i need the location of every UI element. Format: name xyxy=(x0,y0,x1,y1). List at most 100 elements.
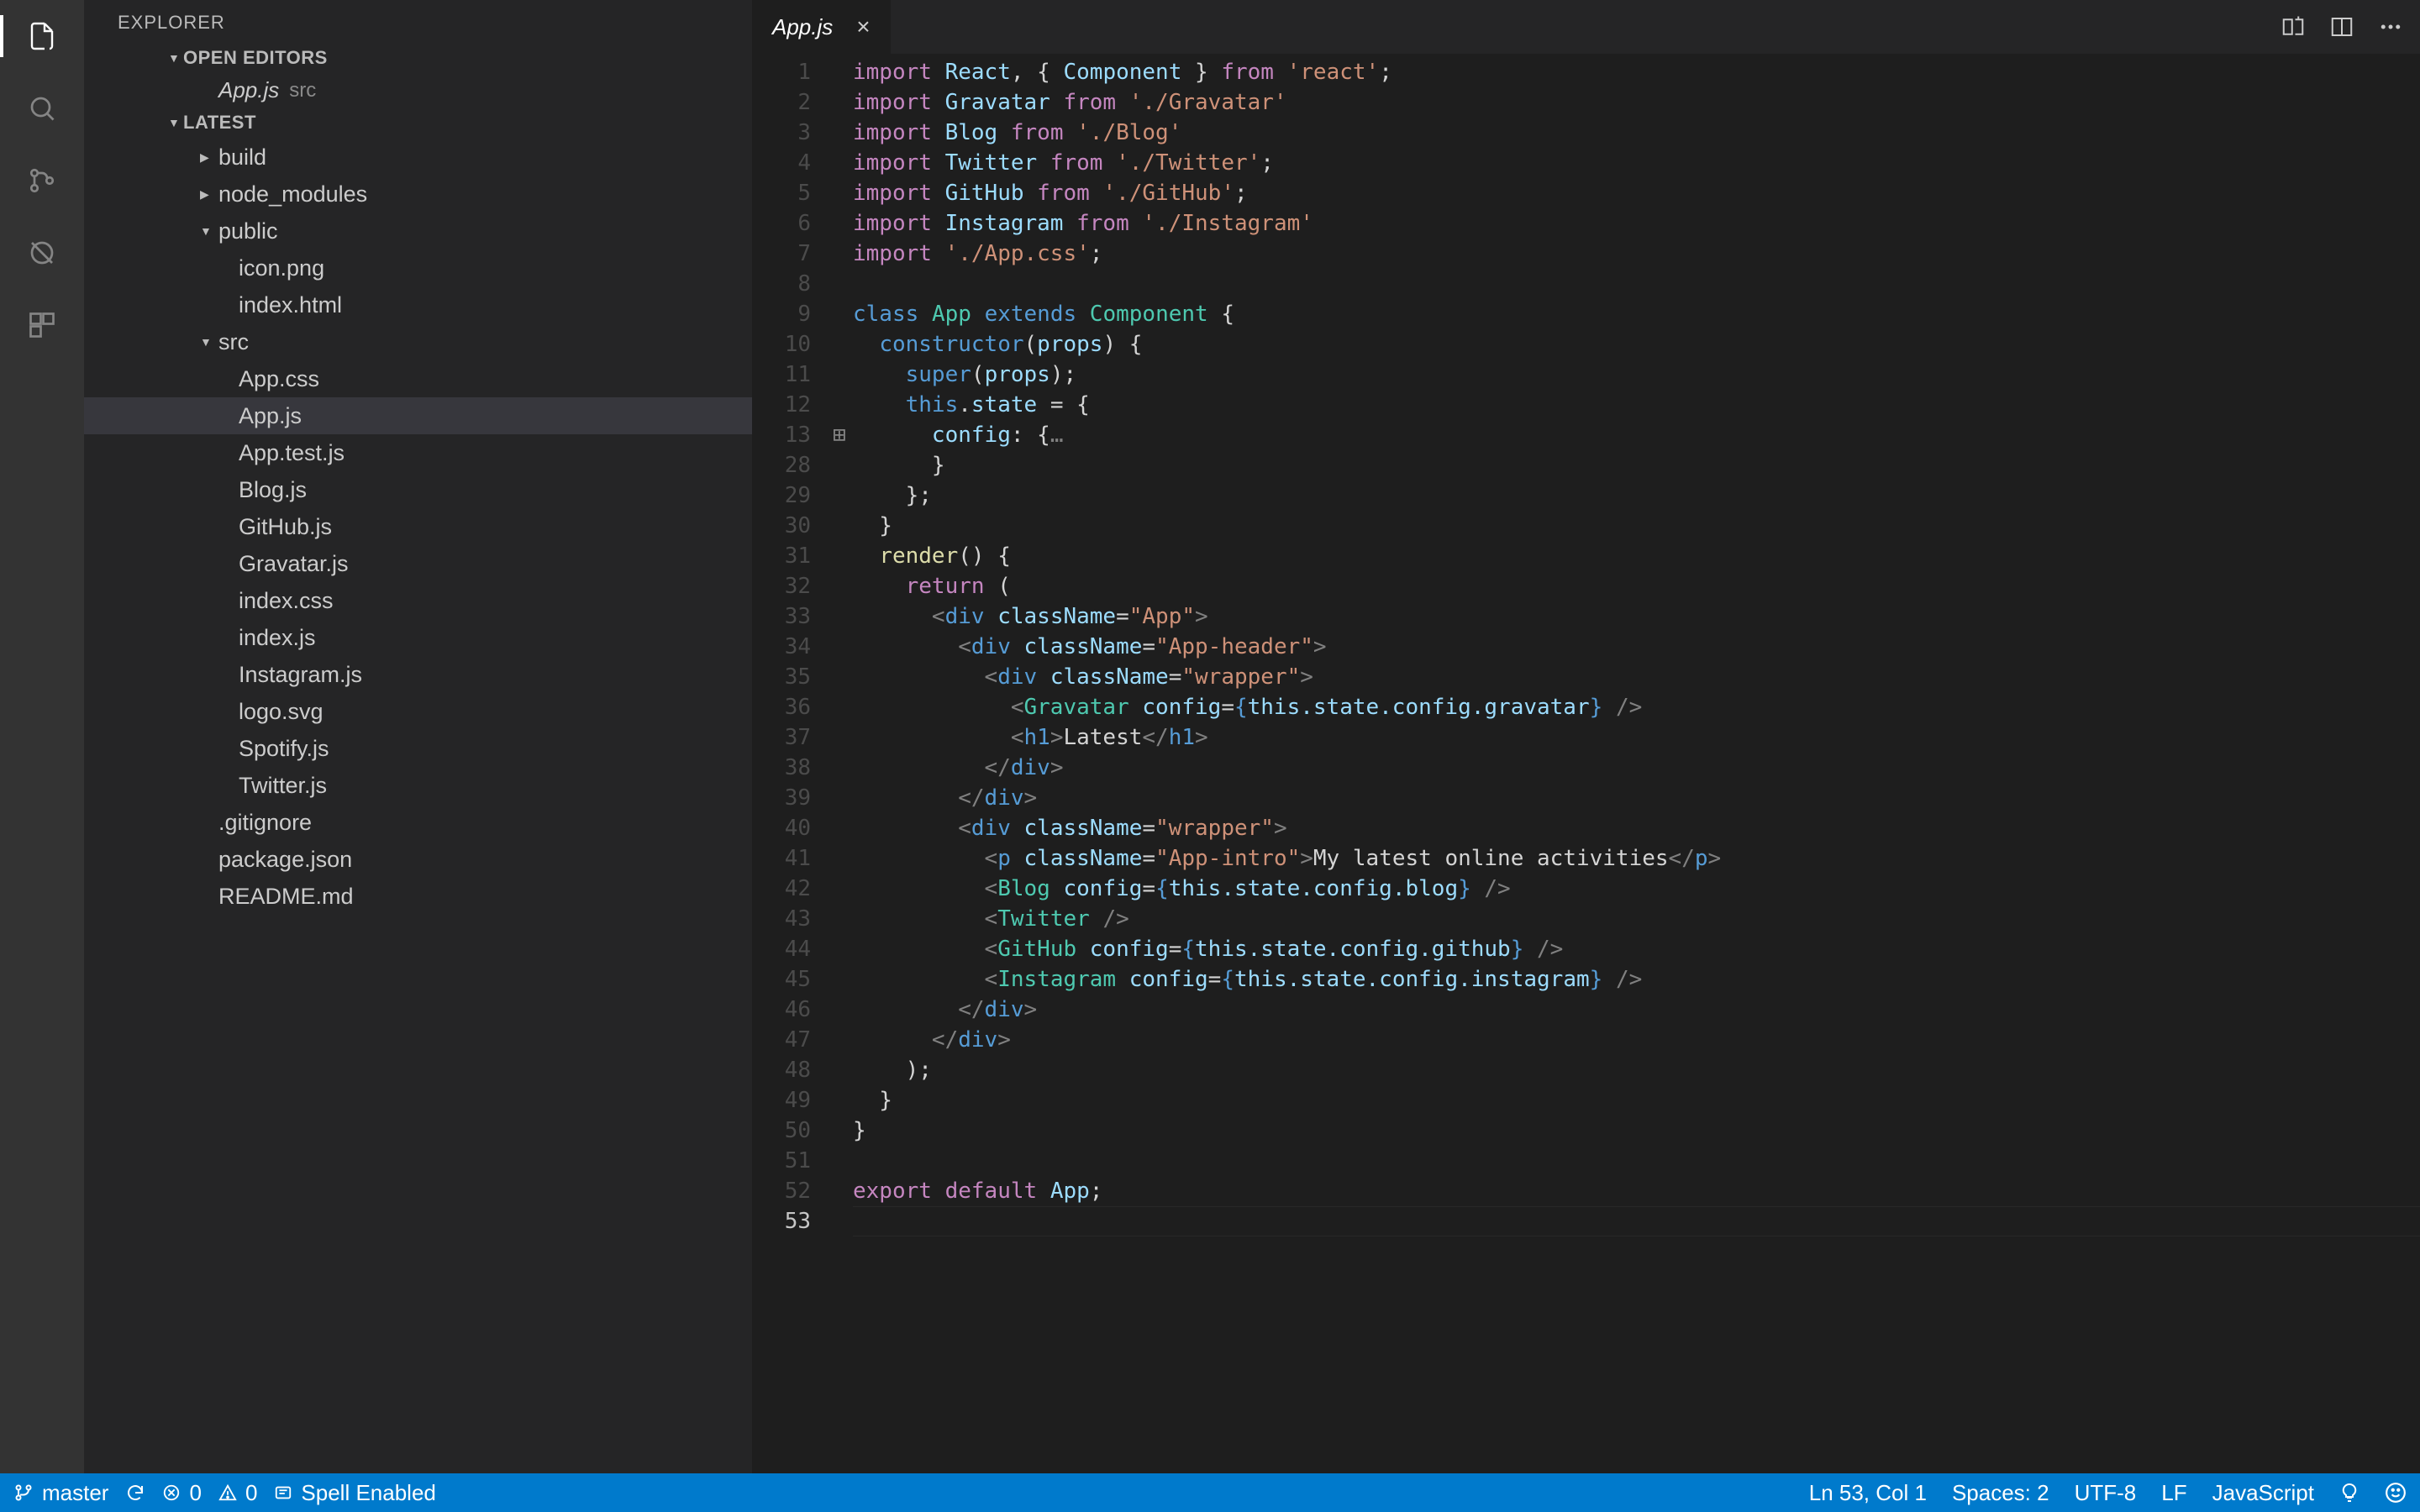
smiley-icon[interactable] xyxy=(2385,1482,2407,1504)
code-line: } xyxy=(853,511,2420,541)
spell-status[interactable]: Spell Enabled xyxy=(274,1480,435,1506)
open-editors-header[interactable]: ▼ OPEN EDITORS xyxy=(84,42,752,74)
errors-count[interactable]: 0 xyxy=(162,1480,201,1506)
file-row[interactable]: index.css xyxy=(84,582,752,619)
project-header[interactable]: ▼ LATEST xyxy=(84,107,752,139)
code-line: <Instagram config={this.state.config.ins… xyxy=(853,964,2420,995)
file-row[interactable]: App.css xyxy=(84,360,752,397)
line-number: 31 xyxy=(752,541,811,571)
line-number: 42 xyxy=(752,874,811,904)
tab-label: App.js xyxy=(772,14,833,40)
folder-row[interactable]: ▼src xyxy=(84,323,752,360)
code-line: import './App.css'; xyxy=(853,239,2420,269)
file-row[interactable]: Twitter.js xyxy=(84,767,752,804)
code-line: import GitHub from './GitHub'; xyxy=(853,178,2420,208)
line-number: 29 xyxy=(752,480,811,511)
close-icon[interactable]: × xyxy=(856,13,870,40)
folder-row[interactable]: ▼public xyxy=(84,213,752,249)
fold-gutter-cell xyxy=(833,208,853,239)
fold-gutter-cell xyxy=(833,571,853,601)
fold-gutter-cell xyxy=(833,239,853,269)
file-row[interactable]: .gitignore xyxy=(84,804,752,841)
line-number: 34 xyxy=(752,632,811,662)
eol[interactable]: LF xyxy=(2161,1480,2186,1506)
file-row[interactable]: index.js xyxy=(84,619,752,656)
tree-item-label: Instagram.js xyxy=(239,662,362,688)
code-line: <GitHub config={this.state.config.github… xyxy=(853,934,2420,964)
search-icon[interactable] xyxy=(21,87,63,129)
code-line: } xyxy=(853,1085,2420,1116)
code-line xyxy=(853,269,2420,299)
code-line: <Blog config={this.state.config.blog} /> xyxy=(853,874,2420,904)
line-number: 49 xyxy=(752,1085,811,1116)
git-branch[interactable]: master xyxy=(13,1480,108,1506)
fold-gutter-cell xyxy=(833,480,853,511)
code-line xyxy=(853,1146,2420,1176)
file-row[interactable]: GitHub.js xyxy=(84,508,752,545)
file-row[interactable]: README.md xyxy=(84,878,752,915)
file-row[interactable]: index.html xyxy=(84,286,752,323)
code-editor[interactable]: 1234567891011121328293031323334353637383… xyxy=(752,54,2420,1473)
line-number: 30 xyxy=(752,511,811,541)
file-row[interactable]: App.js xyxy=(84,397,752,434)
code-line: import Gravatar from './Gravatar' xyxy=(853,87,2420,118)
folder-row[interactable]: ▶node_modules xyxy=(84,176,752,213)
fold-icon[interactable]: ⊞ xyxy=(833,420,853,450)
tree-item-label: build xyxy=(218,144,266,171)
tree-item-label: Spotify.js xyxy=(239,736,329,762)
source-control-icon[interactable] xyxy=(21,160,63,202)
file-row[interactable]: Spotify.js xyxy=(84,730,752,767)
tree-item-label: index.html xyxy=(239,292,342,318)
warnings-count[interactable]: 0 xyxy=(218,1480,257,1506)
chevron-down-icon: ▼ xyxy=(168,116,180,129)
line-number: 46 xyxy=(752,995,811,1025)
tab-bar: App.js × xyxy=(752,0,2420,54)
tab-app-js[interactable]: App.js × xyxy=(752,0,891,54)
split-editor-icon[interactable] xyxy=(2329,14,2354,39)
file-row[interactable]: Instagram.js xyxy=(84,656,752,693)
explorer-icon[interactable] xyxy=(21,15,63,57)
line-number: 3 xyxy=(752,118,811,148)
line-number: 28 xyxy=(752,450,811,480)
file-row[interactable]: App.test.js xyxy=(84,434,752,471)
file-row[interactable]: Gravatar.js xyxy=(84,545,752,582)
code-line: </div> xyxy=(853,783,2420,813)
line-number: 48 xyxy=(752,1055,811,1085)
debug-icon[interactable] xyxy=(21,232,63,274)
line-number: 1 xyxy=(752,57,811,87)
more-icon[interactable] xyxy=(2378,14,2403,39)
extensions-icon[interactable] xyxy=(21,304,63,346)
line-number: 10 xyxy=(752,329,811,360)
explorer-title: EXPLORER xyxy=(84,0,752,42)
encoding[interactable]: UTF-8 xyxy=(2075,1480,2137,1506)
code-line: } xyxy=(853,1116,2420,1146)
code-line: <h1>Latest</h1> xyxy=(853,722,2420,753)
line-number: 32 xyxy=(752,571,811,601)
fold-gutter-cell xyxy=(833,632,853,662)
tree-item-label: Gravatar.js xyxy=(239,551,349,577)
feedback-icon[interactable] xyxy=(2339,1483,2360,1503)
fold-gutter-cell xyxy=(833,360,853,390)
fold-gutter-cell xyxy=(833,813,853,843)
line-number: 12 xyxy=(752,390,811,420)
line-number: 2 xyxy=(752,87,811,118)
code-line: ); xyxy=(853,1055,2420,1085)
file-row[interactable]: package.json xyxy=(84,841,752,878)
fold-gutter-cell xyxy=(833,1206,853,1236)
code-line: <Twitter /> xyxy=(853,904,2420,934)
sync-button[interactable] xyxy=(125,1483,145,1503)
file-row[interactable]: Blog.js xyxy=(84,471,752,508)
chevron-right-icon: ▶ xyxy=(200,187,209,202)
folder-row[interactable]: ▶build xyxy=(84,139,752,176)
open-editor-row[interactable]: App.jssrc xyxy=(84,74,752,107)
code-line: <div className="App"> xyxy=(853,601,2420,632)
compare-icon[interactable] xyxy=(2281,14,2306,39)
file-row[interactable]: logo.svg xyxy=(84,693,752,730)
fold-gutter-cell xyxy=(833,662,853,692)
indent-setting[interactable]: Spaces: 2 xyxy=(1952,1480,2049,1506)
file-row[interactable]: icon.png xyxy=(84,249,752,286)
language-mode[interactable]: JavaScript xyxy=(2212,1480,2314,1506)
cursor-position[interactable]: Ln 53, Col 1 xyxy=(1809,1480,1927,1506)
line-number: 53 xyxy=(752,1206,811,1236)
explorer-sidebar: EXPLORER ▼ OPEN EDITORS App.jssrc ▼ LATE… xyxy=(84,0,752,1473)
